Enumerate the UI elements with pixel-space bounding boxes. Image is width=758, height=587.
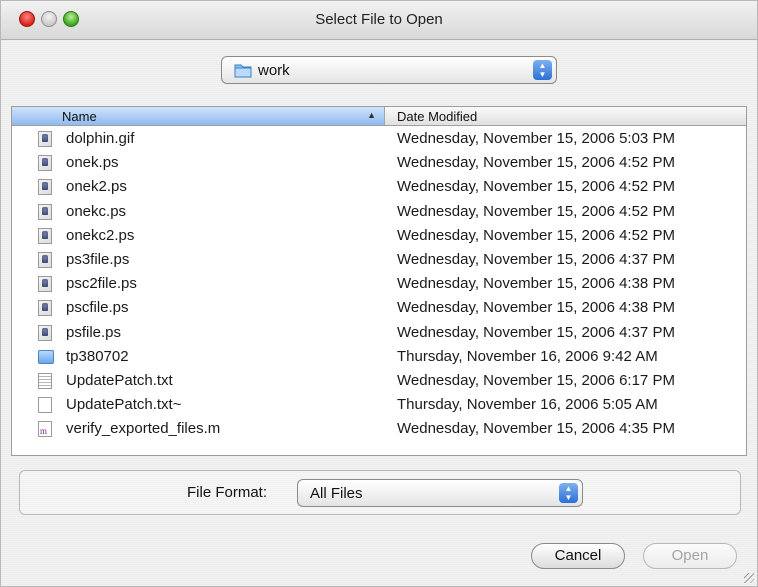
file-name: onekc.ps — [66, 202, 127, 220]
file-format-value: All Files — [310, 485, 363, 502]
file-row[interactable]: dolphin.gif Wednesday, November 15, 2006 … — [12, 127, 746, 151]
file-name: UpdatePatch.txt~ — [66, 396, 182, 414]
resize-grip-icon[interactable] — [744, 573, 754, 583]
file-row[interactable]: m verify_exported_files.m Wednesday, Novem… — [12, 417, 746, 441]
open-file-dialog: Select File to Open work ▲ ▼ Name ▲ Date … — [0, 0, 758, 587]
cancel-button[interactable]: Cancel — [531, 543, 625, 569]
document-icon — [38, 131, 52, 147]
document-icon — [38, 252, 52, 268]
file-date-modified: Wednesday, November 15, 2006 4:35 PM — [397, 420, 675, 438]
file-name: psc2file.ps — [66, 275, 137, 293]
file-date-modified: Wednesday, November 15, 2006 4:52 PM — [397, 202, 675, 220]
popup-stepper-icon: ▲ ▼ — [559, 483, 578, 503]
column-header-name[interactable]: Name ▲ — [12, 107, 385, 125]
file-date-modified: Wednesday, November 15, 2006 4:52 PM — [397, 154, 675, 172]
file-name: onek.ps — [66, 154, 119, 172]
popup-stepper-icon: ▲ ▼ — [533, 60, 552, 80]
file-row[interactable]: onekc2.ps Wednesday, November 15, 2006 4:… — [12, 224, 746, 248]
file-format-popup[interactable]: All Files ▲ ▼ — [297, 479, 583, 507]
window-title: Select File to Open — [315, 11, 443, 28]
file-date-modified: Wednesday, November 15, 2006 5:03 PM — [397, 130, 675, 147]
folder-icon — [38, 349, 54, 364]
file-row[interactable]: tp380702 Thursday, November 16, 2006 9:42… — [12, 345, 746, 369]
file-name: UpdatePatch.txt — [66, 372, 173, 389]
file-name: tp380702 — [66, 347, 129, 365]
file-name: onekc2.ps — [66, 226, 135, 244]
file-row[interactable]: UpdatePatch.txt Wednesday, November 15, 2… — [12, 369, 746, 393]
column-header-date-modified[interactable]: Date Modified — [397, 109, 477, 124]
document-icon — [38, 227, 52, 244]
file-date-modified: Wednesday, November 15, 2006 4:37 PM — [397, 251, 675, 268]
file-row[interactable]: psfile.ps Wednesday, November 15, 2006 4:… — [12, 321, 746, 345]
file-name: ps3file.ps — [66, 251, 130, 268]
file-name: pscfile.ps — [66, 299, 129, 317]
folder-location-popup[interactable]: work ▲ ▼ — [221, 56, 557, 84]
file-name: verify_exported_files.m — [66, 420, 221, 438]
document-icon — [38, 203, 52, 220]
folder-location-label: work — [258, 62, 290, 79]
document-icon — [38, 179, 52, 196]
file-date-modified: Wednesday, November 15, 2006 4:52 PM — [397, 178, 675, 196]
document-icon — [38, 155, 52, 172]
list-header: Name ▲ Date Modified — [12, 107, 746, 126]
file-date-modified: Wednesday, November 15, 2006 4:37 PM — [397, 323, 675, 341]
file-name: psfile.ps — [66, 323, 122, 341]
matlab-file-icon: m — [38, 421, 52, 438]
file-name: onek2.ps — [66, 178, 127, 196]
file-row[interactable]: onekc.ps Wednesday, November 15, 2006 4:5… — [12, 200, 746, 224]
text-file-icon — [38, 373, 52, 389]
file-row[interactable]: ps3file.ps Wednesday, November 15, 2006 4… — [12, 248, 746, 272]
open-button[interactable]: Open — [643, 543, 737, 569]
file-date-modified: Thursday, November 16, 2006 9:42 AM — [397, 347, 658, 365]
file-date-modified: Thursday, November 16, 2006 5:05 AM — [397, 396, 658, 414]
file-browser-list[interactable]: Name ▲ Date Modified dolphin.gif Wednesda… — [11, 106, 747, 456]
file-date-modified: Wednesday, November 15, 2006 4:38 PM — [397, 299, 675, 317]
column-header-name-label: Name — [62, 109, 97, 124]
document-icon — [38, 300, 52, 317]
file-format-label: File Format: — [187, 484, 268, 501]
file-date-modified: Wednesday, November 15, 2006 4:52 PM — [397, 226, 675, 244]
document-icon — [38, 276, 52, 293]
title-bar: Select File to Open — [1, 1, 757, 40]
document-icon — [38, 324, 52, 341]
file-date-modified: Wednesday, November 15, 2006 6:17 PM — [397, 372, 675, 389]
blank-file-icon — [38, 397, 52, 414]
file-row[interactable]: onek2.ps Wednesday, November 15, 2006 4:5… — [12, 175, 746, 199]
file-date-modified: Wednesday, November 15, 2006 4:38 PM — [397, 275, 675, 293]
file-row[interactable]: onek.ps Wednesday, November 15, 2006 4:52… — [12, 151, 746, 175]
file-row[interactable]: UpdatePatch.txt~ Thursday, November 16, 2… — [12, 393, 746, 417]
file-row[interactable]: pscfile.ps Wednesday, November 15, 2006 4… — [12, 296, 746, 320]
file-name: dolphin.gif — [66, 130, 135, 147]
sort-ascending-icon: ▲ — [367, 110, 376, 120]
file-row[interactable]: psc2file.ps Wednesday, November 15, 2006 … — [12, 272, 746, 296]
folder-icon — [234, 64, 252, 78]
